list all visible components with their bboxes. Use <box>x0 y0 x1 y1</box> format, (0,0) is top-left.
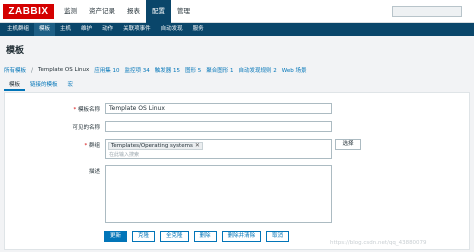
menu-item-monitoring[interactable]: 监测 <box>58 0 83 23</box>
main-menu: 监测 资产记录 报表 配置 管理 <box>58 0 196 23</box>
visible-name-label: 可见的名称 <box>72 125 100 131</box>
tab-macros[interactable]: 宏 <box>63 80 79 91</box>
submenu-services[interactable]: 服务 <box>188 23 209 36</box>
breadcrumb-graphs[interactable]: 图形 5 <box>185 66 201 74</box>
description-textarea[interactable] <box>105 165 332 223</box>
menu-item-inventory[interactable]: 资产记录 <box>83 0 121 23</box>
menu-item-reports[interactable]: 报表 <box>121 0 146 23</box>
breadcrumb-separator-icon: / <box>31 66 34 74</box>
tab-template[interactable]: 模板 <box>4 80 26 91</box>
breadcrumb-discovery-rules[interactable]: 自动发现规则 2 <box>239 66 277 74</box>
select-groups-button[interactable]: 选择 <box>335 139 361 150</box>
update-button[interactable]: 更新 <box>104 231 128 242</box>
sub-navigation-bar: 主机群组 模板 主机 维护 动作 关联项事件 自动发现 服务 <box>0 23 474 36</box>
template-name-label: * 模板名称 <box>73 107 100 113</box>
group-chip: Templates/Operating systems ✕ <box>108 142 203 150</box>
menu-item-configuration[interactable]: 配置 <box>146 0 171 23</box>
template-name-input[interactable]: Template OS Linux <box>105 103 332 114</box>
groups-multiselect[interactable]: Templates/Operating systems ✕ 在此输入搜索 <box>105 139 332 159</box>
clone-button[interactable]: 克隆 <box>132 231 156 242</box>
group-chip-label: Templates/Operating systems <box>111 143 193 149</box>
remove-chip-icon[interactable]: ✕ <box>195 143 200 149</box>
zabbix-logo[interactable]: ZABBIX <box>3 4 54 19</box>
breadcrumb-triggers[interactable]: 触发器 15 <box>155 66 180 74</box>
submenu-host-groups[interactable]: 主机群组 <box>2 23 34 36</box>
tab-linked-templates[interactable]: 链接的模板 <box>25 80 63 91</box>
submenu-discovery[interactable]: 自动发现 <box>156 23 188 36</box>
groups-search-placeholder[interactable]: 在此输入搜索 <box>109 151 139 158</box>
form-actions: 更新 克隆 全克隆 删除 删除并清除 取消 <box>104 231 290 242</box>
watermark-text: https://blog.csdn.net/qq_43880079 <box>330 240 427 246</box>
breadcrumb: 所有模板 / Template OS Linux 应用集 10 监控项 34 触… <box>4 64 470 76</box>
groups-label: * 群组 <box>84 143 100 149</box>
cancel-button[interactable]: 取消 <box>266 231 290 242</box>
visible-name-input[interactable] <box>105 121 332 132</box>
menu-item-administration[interactable]: 管理 <box>171 0 196 23</box>
submenu-templates[interactable]: 模板 <box>34 23 56 36</box>
submenu-hosts[interactable]: 主机 <box>55 23 76 36</box>
breadcrumb-current-template: Template OS Linux <box>38 67 90 73</box>
breadcrumb-applications[interactable]: 应用集 10 <box>94 66 119 74</box>
breadcrumb-web-scenarios[interactable]: Web 场景 <box>282 66 307 74</box>
top-navigation-bar: ZABBIX 监测 资产记录 报表 配置 管理 <box>0 0 474 23</box>
submenu-actions[interactable]: 动作 <box>97 23 118 36</box>
form-tabs: 模板 链接的模板 宏 <box>4 80 78 91</box>
description-label: 描述 <box>88 169 100 175</box>
delete-button[interactable]: 删除 <box>193 231 217 242</box>
submenu-maintenance[interactable]: 维护 <box>76 23 97 36</box>
delete-and-clear-button[interactable]: 删除并清除 <box>221 231 262 242</box>
breadcrumb-all-templates[interactable]: 所有模板 <box>4 66 26 74</box>
breadcrumb-screens[interactable]: 聚合图形 1 <box>206 66 233 74</box>
page-title: 模板 <box>6 46 25 56</box>
full-clone-button[interactable]: 全克隆 <box>160 231 189 242</box>
submenu-event-correlation[interactable]: 关联项事件 <box>118 23 156 36</box>
breadcrumb-items[interactable]: 监控项 34 <box>125 66 150 74</box>
global-search-input[interactable] <box>392 6 462 17</box>
